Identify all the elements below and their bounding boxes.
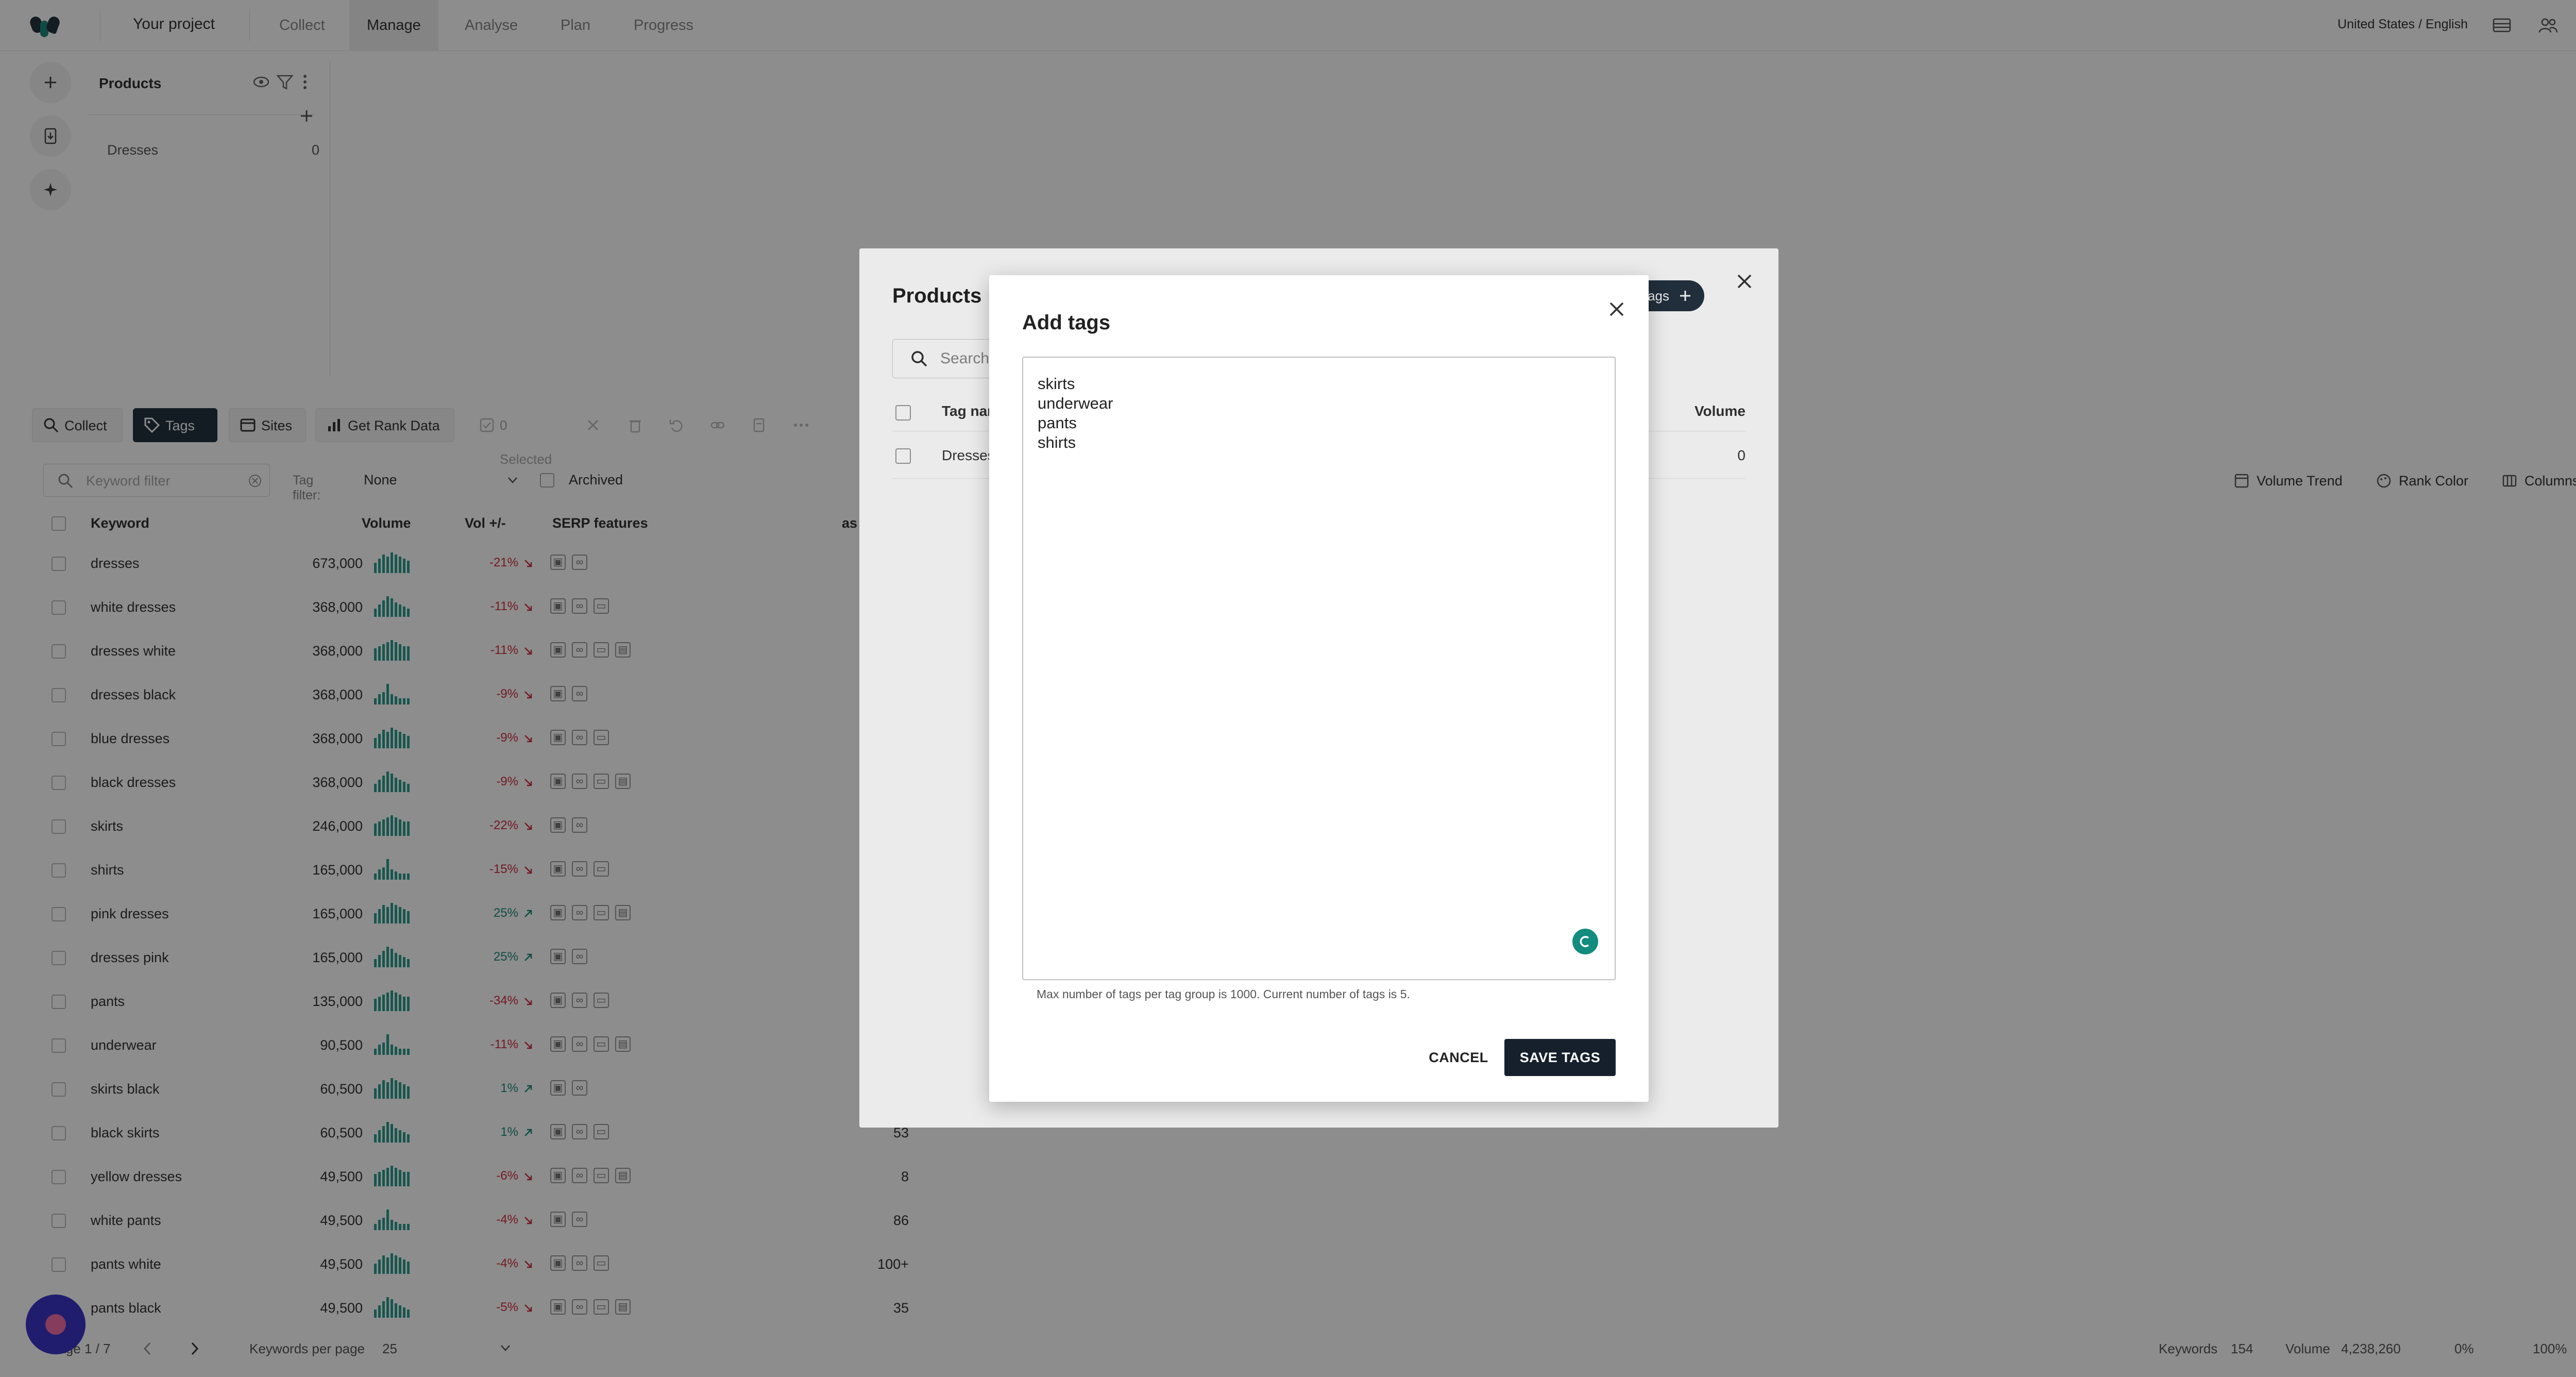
cancel-button[interactable]: CANCEL xyxy=(1421,1039,1496,1076)
grammar-assistant-icon[interactable] xyxy=(1572,929,1598,954)
tags-textarea-container: skirts underwear pants shirts xyxy=(1022,357,1616,980)
add-tags-modal: Add tags skirts underwear pants shirts M… xyxy=(989,275,1649,1102)
add-tags-modal-title: Add tags xyxy=(1022,311,1111,334)
tags-limit-hint: Max number of tags per tag group is 1000… xyxy=(1037,987,1410,1001)
close-icon[interactable] xyxy=(1601,294,1632,325)
tags-textarea[interactable]: skirts underwear pants shirts xyxy=(1037,373,1595,942)
save-tags-button[interactable]: SAVE TAGS xyxy=(1504,1039,1616,1076)
